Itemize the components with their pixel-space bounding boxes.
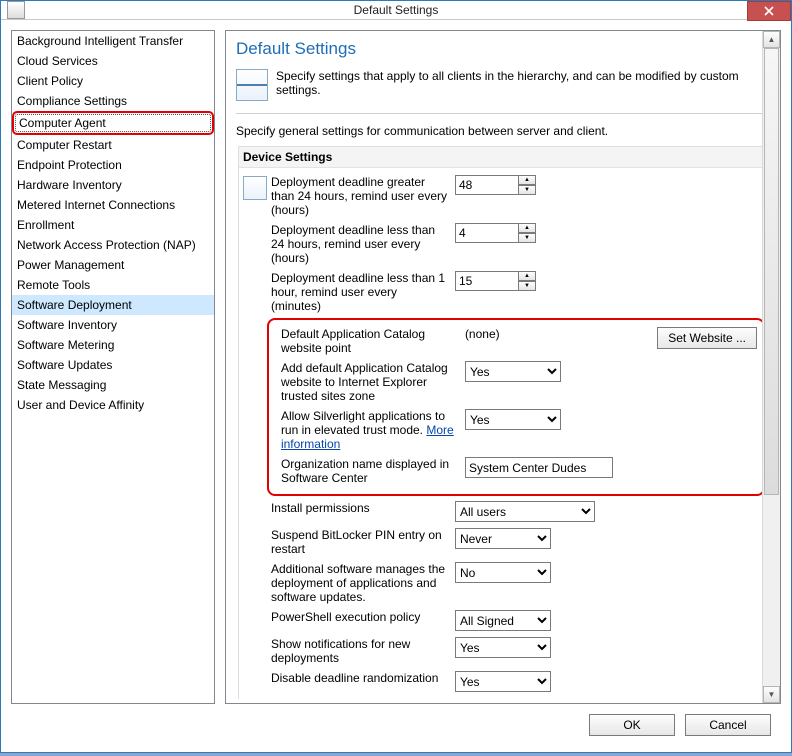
setting-row: Disable deadline randomization Yes [243,668,765,695]
ok-button[interactable]: OK [589,714,675,736]
sidebar-item-computer-agent[interactable]: Computer Agent [12,111,214,135]
highlighted-settings-group: Default Application Catalog website poin… [267,318,765,496]
scroll-thumb[interactable] [764,48,779,495]
sidebar-item[interactable]: Endpoint Protection [12,155,214,175]
separator [236,113,770,114]
setting-row: Deployment deadline less than 24 hours, … [243,220,765,268]
organization-name-input[interactable] [465,457,613,478]
bitlocker-pin-select[interactable]: Never [455,528,551,549]
spin-down-icon[interactable]: ▼ [518,281,536,291]
window-title: Default Settings [1,3,791,17]
setting-row: Allow Silverlight applications to run in… [275,406,757,454]
sidebar-item[interactable]: Software Metering [12,335,214,355]
setting-label: Suspend BitLocker PIN entry on restart [271,528,455,556]
show-notifications-select[interactable]: Yes [455,637,551,658]
sidebar-item[interactable]: Cloud Services [12,51,214,71]
scroll-track[interactable] [763,48,780,686]
close-button[interactable] [747,1,791,21]
sidebar-item[interactable]: Metered Internet Connections [12,195,214,215]
setting-label: Organization name displayed in Software … [281,457,465,485]
sidebar-item[interactable]: Background Intelligent Transfer [12,31,214,51]
setting-label: Default Application Catalog website poin… [281,327,465,355]
disable-randomization-select[interactable]: Yes [455,671,551,692]
setting-label: Install permissions [271,501,455,515]
sidebar-item[interactable]: Software Updates [12,355,214,375]
setting-row: Organization name displayed in Software … [275,454,757,488]
sidebar-item[interactable]: State Messaging [12,375,214,395]
sidebar-item[interactable]: Computer Restart [12,135,214,155]
spin-up-icon[interactable]: ▲ [518,175,536,185]
deadline-lt24-input[interactable] [455,223,519,243]
list-icon [243,176,267,200]
setting-row: Deployment deadline less than 1 hour, re… [243,268,765,316]
setting-row: Suspend BitLocker PIN entry on restart N… [243,525,765,559]
spin-down-icon[interactable]: ▼ [518,185,536,195]
setting-label: Show notifications for new deployments [271,637,455,665]
device-settings-panel: Device Settings Deployment deadline grea… [238,146,770,699]
titlebar: Default Settings [1,1,791,20]
trusted-sites-select[interactable]: Yes [465,361,561,382]
cancel-button[interactable]: Cancel [685,714,771,736]
deadline-lt24-spinner[interactable]: ▲▼ [455,223,536,243]
page-title: Default Settings [236,39,770,59]
spin-up-icon[interactable]: ▲ [518,271,536,281]
sidebar-item[interactable]: Network Access Protection (NAP) [12,235,214,255]
setting-row: Add default Application Catalog website … [275,358,757,406]
deadline-gt24-input[interactable] [455,175,519,195]
powershell-policy-select[interactable]: All Signed [455,610,551,631]
section-intro: Specify general settings for communicati… [236,124,770,138]
silverlight-trust-select[interactable]: Yes [465,409,561,430]
sidebar-item[interactable]: Compliance Settings [12,91,214,111]
dialog-footer: OK Cancel [11,704,781,746]
setting-label: Allow Silverlight applications to run in… [281,409,465,451]
scroll-down-icon[interactable]: ▼ [763,686,780,703]
sidebar: Background Intelligent Transfer Cloud Se… [11,30,215,704]
setting-label: Disable deadline randomization [271,671,455,685]
dialog-window: Default Settings Background Intelligent … [0,0,792,753]
app-icon [7,1,25,19]
setting-label: Deployment deadline less than 1 hour, re… [271,271,455,313]
content-inner: Default Settings Specify settings that a… [226,31,780,703]
setting-row: Deployment deadline greater than 24 hour… [243,172,765,220]
catalog-website-value: (none) [465,327,500,341]
header-description: Specify settings that apply to all clien… [276,69,770,97]
sidebar-item[interactable]: Enrollment [12,215,214,235]
install-permissions-select[interactable]: All users [455,501,595,522]
main-area: Background Intelligent Transfer Cloud Se… [11,30,781,704]
setting-label: Deployment deadline greater than 24 hour… [271,175,455,217]
setting-label: Deployment deadline less than 24 hours, … [271,223,455,265]
spin-up-icon[interactable]: ▲ [518,223,536,233]
content-pane: Default Settings Specify settings that a… [225,30,781,704]
setting-row: Additional software manages the deployme… [243,559,765,607]
dialog-body: Background Intelligent Transfer Cloud Se… [1,20,791,756]
additional-software-select[interactable]: No [455,562,551,583]
sidebar-item[interactable]: Software Inventory [12,315,214,335]
setting-row: Default Application Catalog website poin… [275,324,757,358]
set-website-button[interactable]: Set Website ... [657,327,757,349]
device-settings-header: Device Settings [239,147,769,168]
deadline-gt24-spinner[interactable]: ▲▼ [455,175,536,195]
sidebar-item[interactable]: Hardware Inventory [12,175,214,195]
setting-row: Show notifications for new deployments Y… [243,634,765,668]
sidebar-item[interactable]: Remote Tools [12,275,214,295]
setting-label: Add default Application Catalog website … [281,361,465,403]
vertical-scrollbar[interactable]: ▲ ▼ [762,31,780,703]
spin-down-icon[interactable]: ▼ [518,233,536,243]
sidebar-item[interactable]: Power Management [12,255,214,275]
settings-icon [236,69,268,101]
close-icon [764,6,774,16]
settings-body: Deployment deadline greater than 24 hour… [239,168,769,699]
deadline-lt1-spinner[interactable]: ▲▼ [455,271,536,291]
setting-row: Install permissions All users [243,498,765,525]
setting-label: Additional software manages the deployme… [271,562,455,604]
sidebar-item-software-deployment[interactable]: Software Deployment [12,295,214,315]
setting-label: PowerShell execution policy [271,610,455,624]
header-row: Specify settings that apply to all clien… [236,69,770,101]
sidebar-item[interactable]: User and Device Affinity [12,395,214,415]
scroll-up-icon[interactable]: ▲ [763,31,780,48]
sidebar-item[interactable]: Client Policy [12,71,214,91]
deadline-lt1-input[interactable] [455,271,519,291]
setting-row: PowerShell execution policy All Signed [243,607,765,634]
